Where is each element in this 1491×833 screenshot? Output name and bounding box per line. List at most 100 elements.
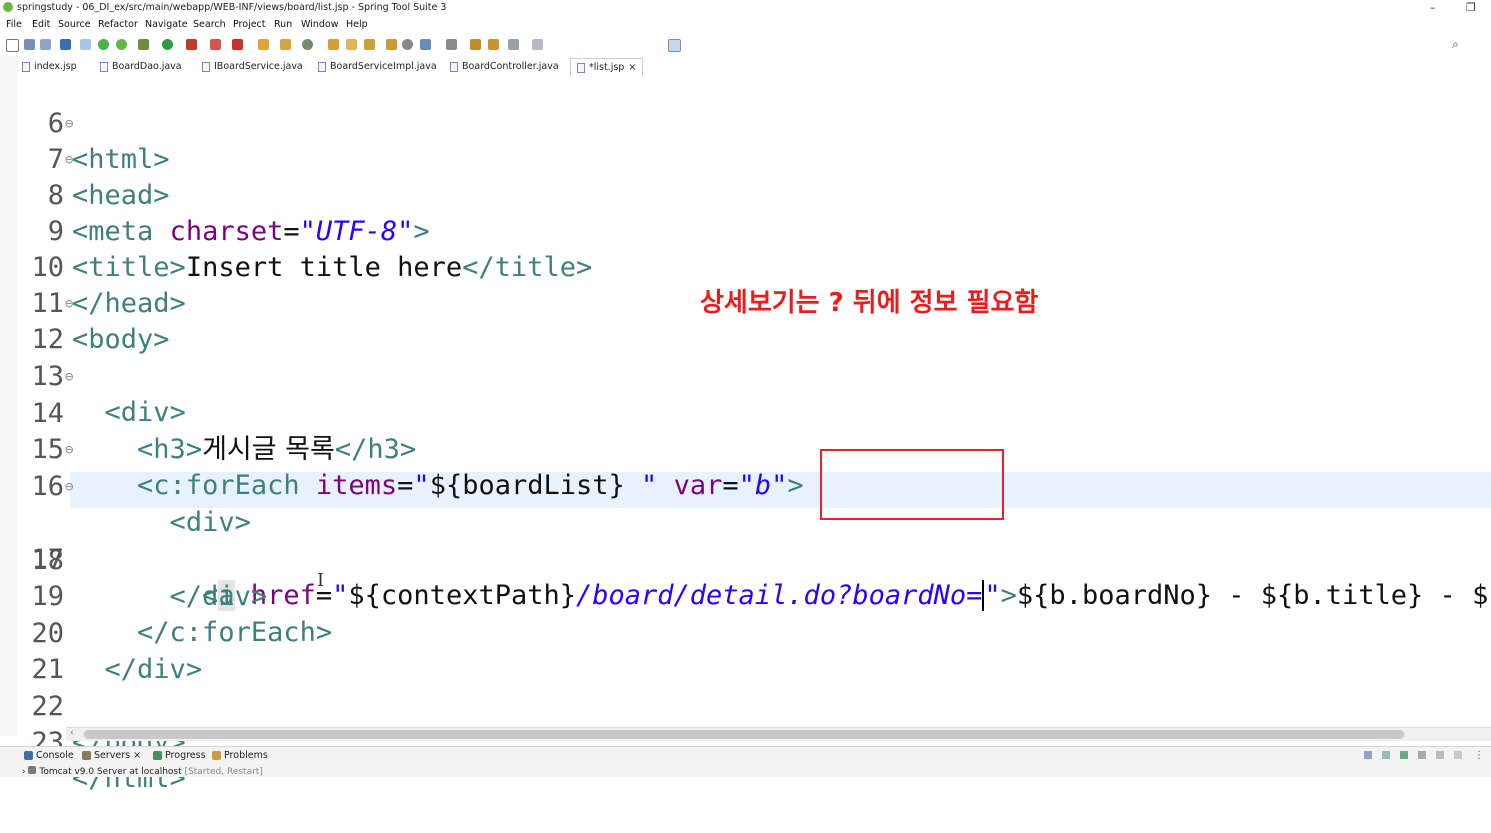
code-line: 14 <h3>게시글 목록</h3> [20,360,416,465]
pen-icon[interactable] [364,39,375,50]
code-text: <div> [169,507,251,538]
stop-server-icon[interactable] [1436,751,1444,759]
menu-window[interactable]: Window [301,19,338,30]
menu-project[interactable]: Project [233,19,266,30]
menu-navigate[interactable]: Navigate [145,19,188,30]
skip-breakpoints-icon[interactable] [80,39,91,50]
code-line: 18 </div> [20,507,267,612]
package-icon[interactable] [258,39,269,50]
prev-annotation-icon[interactable] [446,39,457,50]
menu-search[interactable]: Search [193,19,226,30]
start-server-icon[interactable] [1400,751,1408,759]
tab-boarddao[interactable]: BoardDao.java [100,58,182,75]
close-tab-icon[interactable]: × [133,750,141,761]
code-text: </div> [104,654,203,685]
spring-boot-icon[interactable] [98,39,109,50]
perspective-icon[interactable] [668,39,681,52]
code-text: <body> [72,324,170,355]
terminal-icon[interactable] [60,39,71,50]
menu-edit[interactable]: Edit [32,19,50,30]
collapse-all-icon[interactable] [1364,751,1372,759]
globe-icon[interactable] [402,39,413,50]
tab-label: Progress [165,750,206,761]
open-folder-icon[interactable] [328,39,339,50]
tab-label: BoardController.java [462,61,559,72]
last-edit-icon[interactable] [470,39,481,50]
annotation-text: 상세보기는 ? 뒤에 정보 필요함 [700,288,1039,318]
code-line: 7 ⊖ <head> [20,106,170,211]
class-icon[interactable] [280,39,291,50]
close-tab-icon[interactable]: × [628,62,636,73]
tab-iboardservice[interactable]: IBoardService.java [202,58,303,75]
minimize-button[interactable]: – [1430,1,1436,14]
save-all-icon[interactable] [40,39,51,50]
tab-progress[interactable]: Progress [153,750,206,761]
debug-icon[interactable] [138,39,149,50]
tab-servers[interactable]: Servers × [82,750,141,761]
code-line: 16 ⊖ <div> [20,433,250,538]
java-file-icon [100,61,108,72]
debug-server-icon[interactable] [1382,751,1390,759]
restore-button[interactable]: ❐ [1466,1,1476,14]
view-menu-icon[interactable]: ⋮ [1474,750,1484,761]
save-icon[interactable] [24,39,35,50]
code-editor[interactable]: 6 ⊖ <html> 7 ⊖ <head> 8 <meta charset="UTF… [20,76,1491,794]
code-line: 23 </html> [20,689,185,794]
profile-server-icon[interactable] [1418,751,1426,759]
tab-problems[interactable]: Problems [212,750,268,761]
menu-file[interactable]: File [6,19,22,30]
code-line: 13 ⊖ <div> [20,323,185,428]
forward-icon[interactable] [508,39,519,50]
code-text: <meta charset="UTF-8"> [72,216,430,247]
tab-label: Console [36,750,74,761]
run-icon[interactable] [162,39,173,50]
external-tools-icon[interactable] [210,39,221,50]
code-text: </c:forEach> [137,617,333,648]
java-file-icon [450,61,458,72]
scroll-left-icon[interactable]: ‹ [70,728,74,738]
tab-label: Servers [94,750,131,761]
code-text: <c:forEach items="${boardList} " var="b"… [137,470,804,501]
open-type-icon[interactable] [346,39,357,50]
spring-logo-icon [3,2,13,12]
code-text: </div> [169,581,268,612]
tab-list-jsp[interactable]: *list.jsp × [570,58,644,76]
code-line: 11 ⊖ <body> [20,250,169,355]
tab-boardserviceimpl[interactable]: BoardServiceImpl.java [318,58,437,75]
tab-console[interactable]: Console [24,750,74,761]
left-trim [0,56,18,736]
toolbar: ⌕ [0,35,1491,55]
code-text: <a href="${contextPath}/board/detail.do?… [202,580,1491,611]
search-folder-icon[interactable] [386,39,397,50]
tab-boardcontroller[interactable]: BoardController.java [450,58,559,75]
editor-tab-bar: index.jsp BoardDao.java IBoardService.ja… [22,58,1491,76]
horizontal-scrollbar[interactable]: ‹ [66,727,1491,741]
code-line: 15 ⊖ <c:forEach items="${boardList} " var… [20,396,803,501]
servers-icon [82,751,91,760]
java-file-icon [318,61,326,72]
window-title: springstudy - 06_DI_ex/src/main/webapp/W… [17,2,447,13]
pin-icon[interactable] [532,39,543,50]
jsp-file-icon [577,62,585,73]
stop-icon[interactable] [186,39,197,50]
code-text: <div> [104,397,186,428]
server-icon[interactable] [232,39,243,50]
scrollbar-thumb[interactable] [84,730,1404,739]
next-annotation-icon[interactable] [420,39,431,50]
new-file-icon[interactable] [6,39,19,52]
code-line: 8 <meta charset="UTF-8"> [20,142,430,247]
tab-label: BoardDao.java [112,61,182,72]
menu-help[interactable]: Help [346,19,368,30]
code-line: 19 </c:forEach> [20,543,332,648]
search-icon[interactable]: ⌕ [1452,37,1459,52]
code-text: <html> [72,144,170,175]
refresh-icon[interactable] [116,39,127,50]
back-icon[interactable] [488,39,499,50]
menu-source[interactable]: Source [58,19,91,30]
menu-run[interactable]: Run [274,19,292,30]
menu-refactor[interactable]: Refactor [98,19,138,30]
server-row[interactable]: › Tomcat v9.0 Server at localhost [Start… [22,766,263,777]
publish-icon[interactable] [1454,751,1462,759]
web-browser-icon[interactable] [302,39,313,50]
progress-icon [153,751,162,760]
